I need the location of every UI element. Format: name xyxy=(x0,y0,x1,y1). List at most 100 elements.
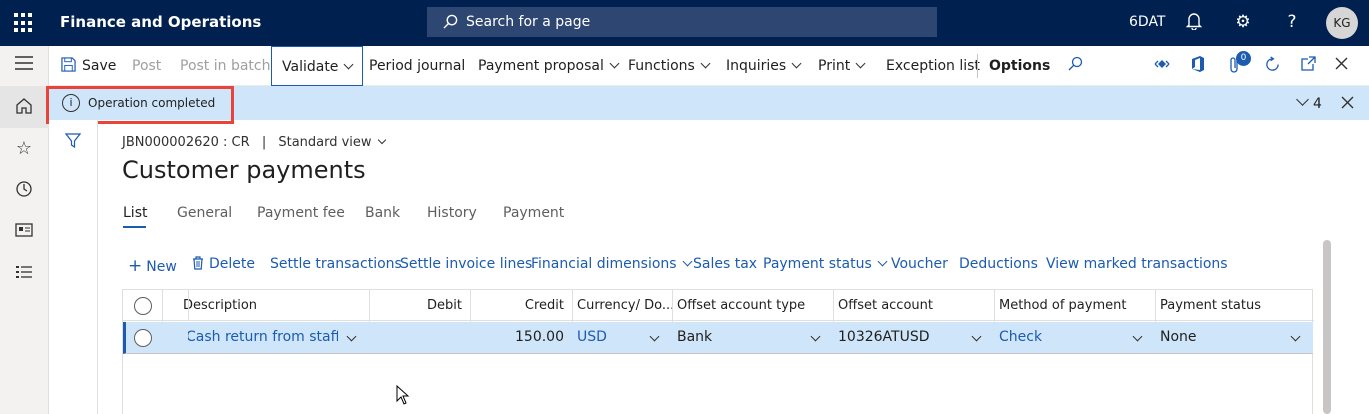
filter-pane xyxy=(49,120,98,414)
chevron-down-icon xyxy=(855,58,866,69)
close-form-icon[interactable] xyxy=(1331,56,1351,76)
save-label: Save xyxy=(82,58,117,74)
home-icon[interactable] xyxy=(13,97,35,119)
print-menu[interactable]: Print xyxy=(818,46,866,86)
save-button[interactable]: Save xyxy=(61,46,116,86)
bell-icon[interactable] xyxy=(1183,12,1205,34)
action-search-icon[interactable] xyxy=(1065,56,1085,76)
inquiries-menu[interactable]: Inquiries xyxy=(726,46,802,86)
vertical-scrollbar[interactable] xyxy=(1323,240,1331,414)
mouse-cursor-icon xyxy=(396,385,410,405)
expand-messages-button[interactable]: 4 xyxy=(1296,93,1322,112)
chevron-down-icon xyxy=(700,58,711,69)
gear-icon[interactable]: ⚙ xyxy=(1232,12,1254,34)
diamond-icon[interactable] xyxy=(1152,56,1172,76)
options-tab[interactable]: Options xyxy=(989,46,1050,86)
modules-list-icon[interactable] xyxy=(13,264,35,286)
waffle-icon[interactable] xyxy=(14,13,34,33)
page-title: Customer payments xyxy=(122,156,366,184)
navigation-rail: ☆ xyxy=(0,46,49,414)
hamburger-menu-icon[interactable] xyxy=(13,56,35,78)
highlight-box xyxy=(46,86,234,124)
sales-tax-button[interactable]: Sales tax xyxy=(693,256,757,272)
new-button[interactable]: + New xyxy=(128,256,177,276)
exception-list-button[interactable]: Exception list xyxy=(886,46,980,86)
office-icon[interactable] xyxy=(1188,56,1208,76)
header-description[interactable]: Description xyxy=(183,290,368,321)
tab-history[interactable]: History xyxy=(427,205,477,221)
settle-invoice-lines-button[interactable]: Settle invoice lines xyxy=(400,256,532,272)
deductions-button[interactable]: Deductions xyxy=(959,256,1038,272)
top-navbar: Finance and Operations Search for a page… xyxy=(0,0,1369,46)
chevron-down-icon[interactable] xyxy=(1290,331,1301,347)
voucher-button[interactable]: Voucher xyxy=(891,256,948,272)
chevron-down-icon[interactable] xyxy=(649,331,660,347)
table-row[interactable]: Cash return from staff 150.00 USD Bank 1… xyxy=(123,322,1313,354)
cell-offset-account[interactable]: 10326ATUSD xyxy=(833,322,963,353)
cell-payment-status[interactable]: None xyxy=(1155,322,1285,353)
validate-button[interactable]: Validate xyxy=(271,46,364,86)
column-divider xyxy=(188,290,189,321)
row-select-radio[interactable] xyxy=(134,329,152,347)
close-message-icon[interactable] xyxy=(1341,96,1354,113)
message-bar: i Operation completed 4 xyxy=(49,86,1369,120)
user-avatar[interactable]: KG xyxy=(1326,7,1358,39)
header-method-of-payment[interactable]: Method of payment xyxy=(994,290,1155,321)
workspaces-icon[interactable] xyxy=(13,222,35,244)
tab-general[interactable]: General xyxy=(177,205,232,221)
search-box[interactable]: Search for a page xyxy=(427,7,937,37)
filter-icon[interactable] xyxy=(64,133,82,153)
header-debit[interactable]: Debit xyxy=(369,290,470,321)
header-credit[interactable]: Credit xyxy=(470,290,572,321)
tab-payment-fee[interactable]: Payment fee xyxy=(257,205,345,221)
period-journal-button[interactable]: Period journal xyxy=(369,46,465,86)
cell-description[interactable]: Cash return from staff xyxy=(188,322,338,353)
chevron-down-icon[interactable] xyxy=(971,331,982,347)
app-title[interactable]: Finance and Operations xyxy=(60,13,261,31)
chevron-down-icon xyxy=(377,135,386,145)
attachments-icon[interactable]: 0 xyxy=(1225,51,1251,76)
cell-currency[interactable]: USD xyxy=(572,322,642,353)
select-all-radio[interactable] xyxy=(134,297,152,315)
view-marked-transactions-button[interactable]: View marked transactions xyxy=(1046,256,1228,272)
functions-menu[interactable]: Functions xyxy=(628,46,711,86)
chevron-down-icon[interactable] xyxy=(810,331,821,347)
financial-dimensions-menu[interactable]: Financial dimensions xyxy=(531,256,693,272)
header-payment-status[interactable]: Payment status xyxy=(1155,290,1313,321)
delete-button[interactable]: Delete xyxy=(192,256,255,272)
new-label: New xyxy=(146,259,177,275)
print-label: Print xyxy=(818,58,851,74)
tab-list[interactable]: List xyxy=(123,205,147,221)
chevron-down-icon[interactable] xyxy=(346,331,357,347)
open-new-window-icon[interactable] xyxy=(1298,56,1318,76)
post-button[interactable]: Post xyxy=(132,46,161,86)
settle-transactions-button[interactable]: Settle transactions xyxy=(270,256,402,272)
header-currency[interactable]: Currency/ Do... xyxy=(572,290,672,321)
post-in-batch-button[interactable]: Post in batch xyxy=(180,46,270,86)
tab-payment[interactable]: Payment xyxy=(503,205,564,221)
view-selector[interactable]: Standard view xyxy=(278,135,386,150)
cell-credit[interactable]: 150.00 xyxy=(470,322,572,353)
refresh-icon[interactable] xyxy=(1262,56,1282,76)
help-icon[interactable]: ? xyxy=(1281,12,1303,34)
payments-grid: Description Debit Credit Currency/ Do...… xyxy=(122,289,1314,414)
company-picker[interactable]: 6DAT xyxy=(1129,14,1165,30)
recent-clock-icon[interactable] xyxy=(13,180,35,202)
chevron-down-icon xyxy=(609,58,620,69)
header-offset-account[interactable]: Offset account xyxy=(833,290,994,321)
validate-label: Validate xyxy=(282,59,339,75)
save-icon xyxy=(61,57,76,72)
header-offset-account-type[interactable]: Offset account type xyxy=(672,290,833,321)
favorites-star-icon[interactable]: ☆ xyxy=(13,138,35,160)
cell-offset-account-type[interactable]: Bank xyxy=(672,322,802,353)
payment-status-menu[interactable]: Payment status xyxy=(763,256,888,272)
search-icon xyxy=(443,14,458,29)
cell-method-of-payment[interactable]: Check xyxy=(994,322,1124,353)
message-count: 4 xyxy=(1313,96,1322,112)
breadcrumb: JBN000002620 : CR | Standard view xyxy=(122,135,386,150)
payment-proposal-menu[interactable]: Payment proposal xyxy=(478,46,620,86)
chevron-down-icon xyxy=(682,256,693,267)
tab-bank[interactable]: Bank xyxy=(365,205,400,221)
chevron-down-icon[interactable] xyxy=(1132,331,1143,347)
action-pane: Save Post Post in batch Validate Period … xyxy=(49,46,1369,86)
